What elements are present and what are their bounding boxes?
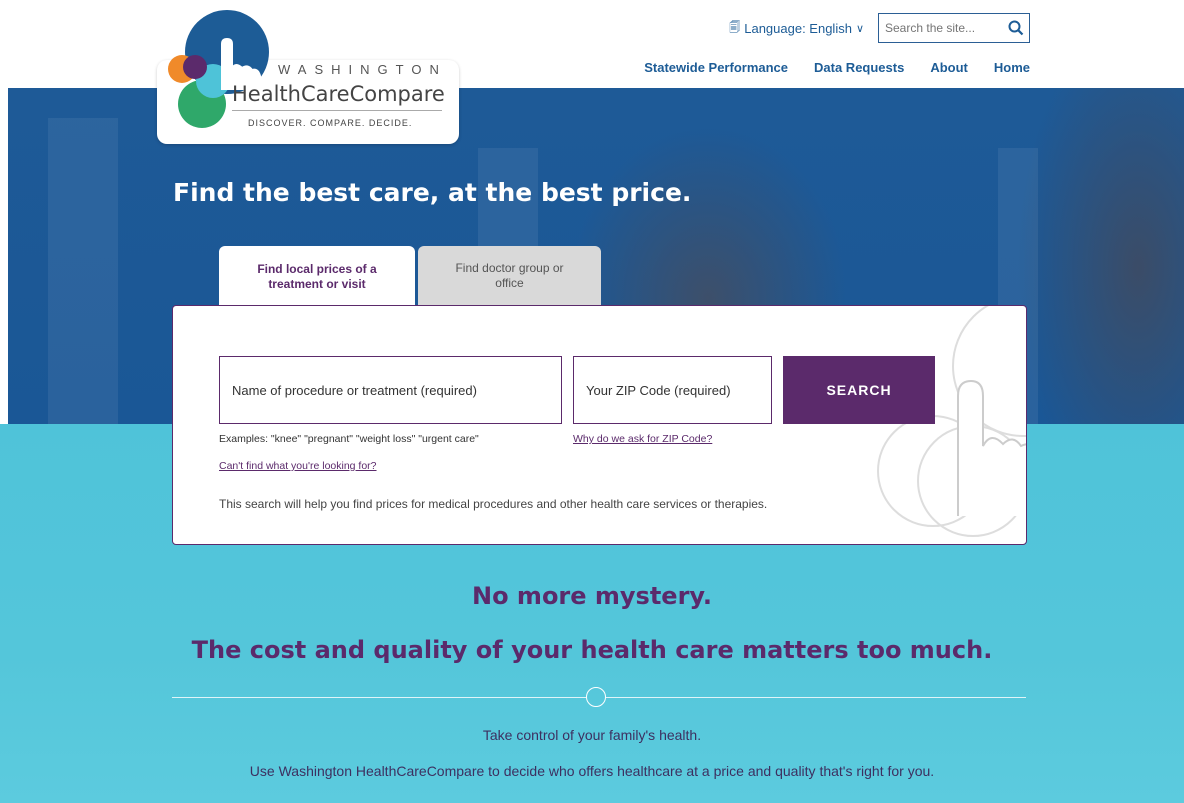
nav-data-requests[interactable]: Data Requests [814, 60, 904, 75]
tab-label: Find doctor group or office [455, 260, 564, 290]
search-examples: Examples: "knee" "pregnant" "weight loss… [219, 433, 479, 445]
site-search [878, 13, 1030, 43]
procedure-input[interactable]: Name of procedure or treatment (required… [219, 356, 562, 424]
logo-brand: HealthCareCompare [232, 82, 445, 106]
zip-input[interactable]: Your ZIP Code (required) [573, 356, 772, 424]
nav-statewide-performance[interactable]: Statewide Performance [644, 60, 788, 75]
mystery-heading: No more mystery. [472, 582, 712, 610]
tab-doctor-group[interactable]: Find doctor group or office [418, 246, 601, 305]
divider-circle-icon [586, 687, 606, 707]
translate-icon: 🗐 [729, 21, 741, 34]
take-control-text: Take control of your family's health. [482, 727, 702, 743]
logo-mark [183, 55, 207, 79]
nav-home[interactable]: Home [994, 60, 1030, 75]
page-edge [0, 88, 8, 424]
site-search-input[interactable] [885, 21, 1003, 35]
matters-heading: The cost and quality of your health care… [191, 636, 993, 664]
logo-divider [232, 110, 442, 111]
cant-find-link[interactable]: Can't find what you're looking for? [219, 460, 377, 472]
tab-label: Find local prices of a treatment or visi… [257, 262, 377, 291]
header-utilities: 🗐 Language: English ∨ [729, 13, 1030, 43]
logo-tagline: DISCOVER. COMPARE. DECIDE. [248, 118, 413, 128]
divider-line [172, 697, 586, 698]
nav-about[interactable]: About [930, 60, 968, 75]
chevron-down-icon: ∨ [855, 22, 864, 35]
language-label: Language: English [744, 20, 852, 36]
search-button[interactable]: SEARCH [783, 356, 935, 424]
hero-decor [48, 118, 118, 424]
search-description: This search will help you find prices fo… [219, 497, 768, 511]
divider-line [606, 697, 1026, 698]
search-card: Name of procedure or treatment (required… [172, 305, 1027, 545]
pointing-hand-watermark-icon [877, 306, 1026, 537]
language-selector[interactable]: 🗐 Language: English ∨ [729, 19, 864, 38]
top-nav: Statewide Performance Data Requests Abou… [644, 60, 1030, 75]
logo-state: WASHINGTON [278, 62, 447, 77]
use-text: Use Washington HealthCareCompare to deci… [249, 763, 935, 779]
tab-local-prices[interactable]: Find local prices of a treatment or visi… [219, 246, 415, 308]
hero-headline: Find the best care, at the best price. [173, 178, 692, 207]
zip-why-link[interactable]: Why do we ask for ZIP Code? [573, 433, 712, 445]
search-icon[interactable] [1003, 14, 1029, 42]
